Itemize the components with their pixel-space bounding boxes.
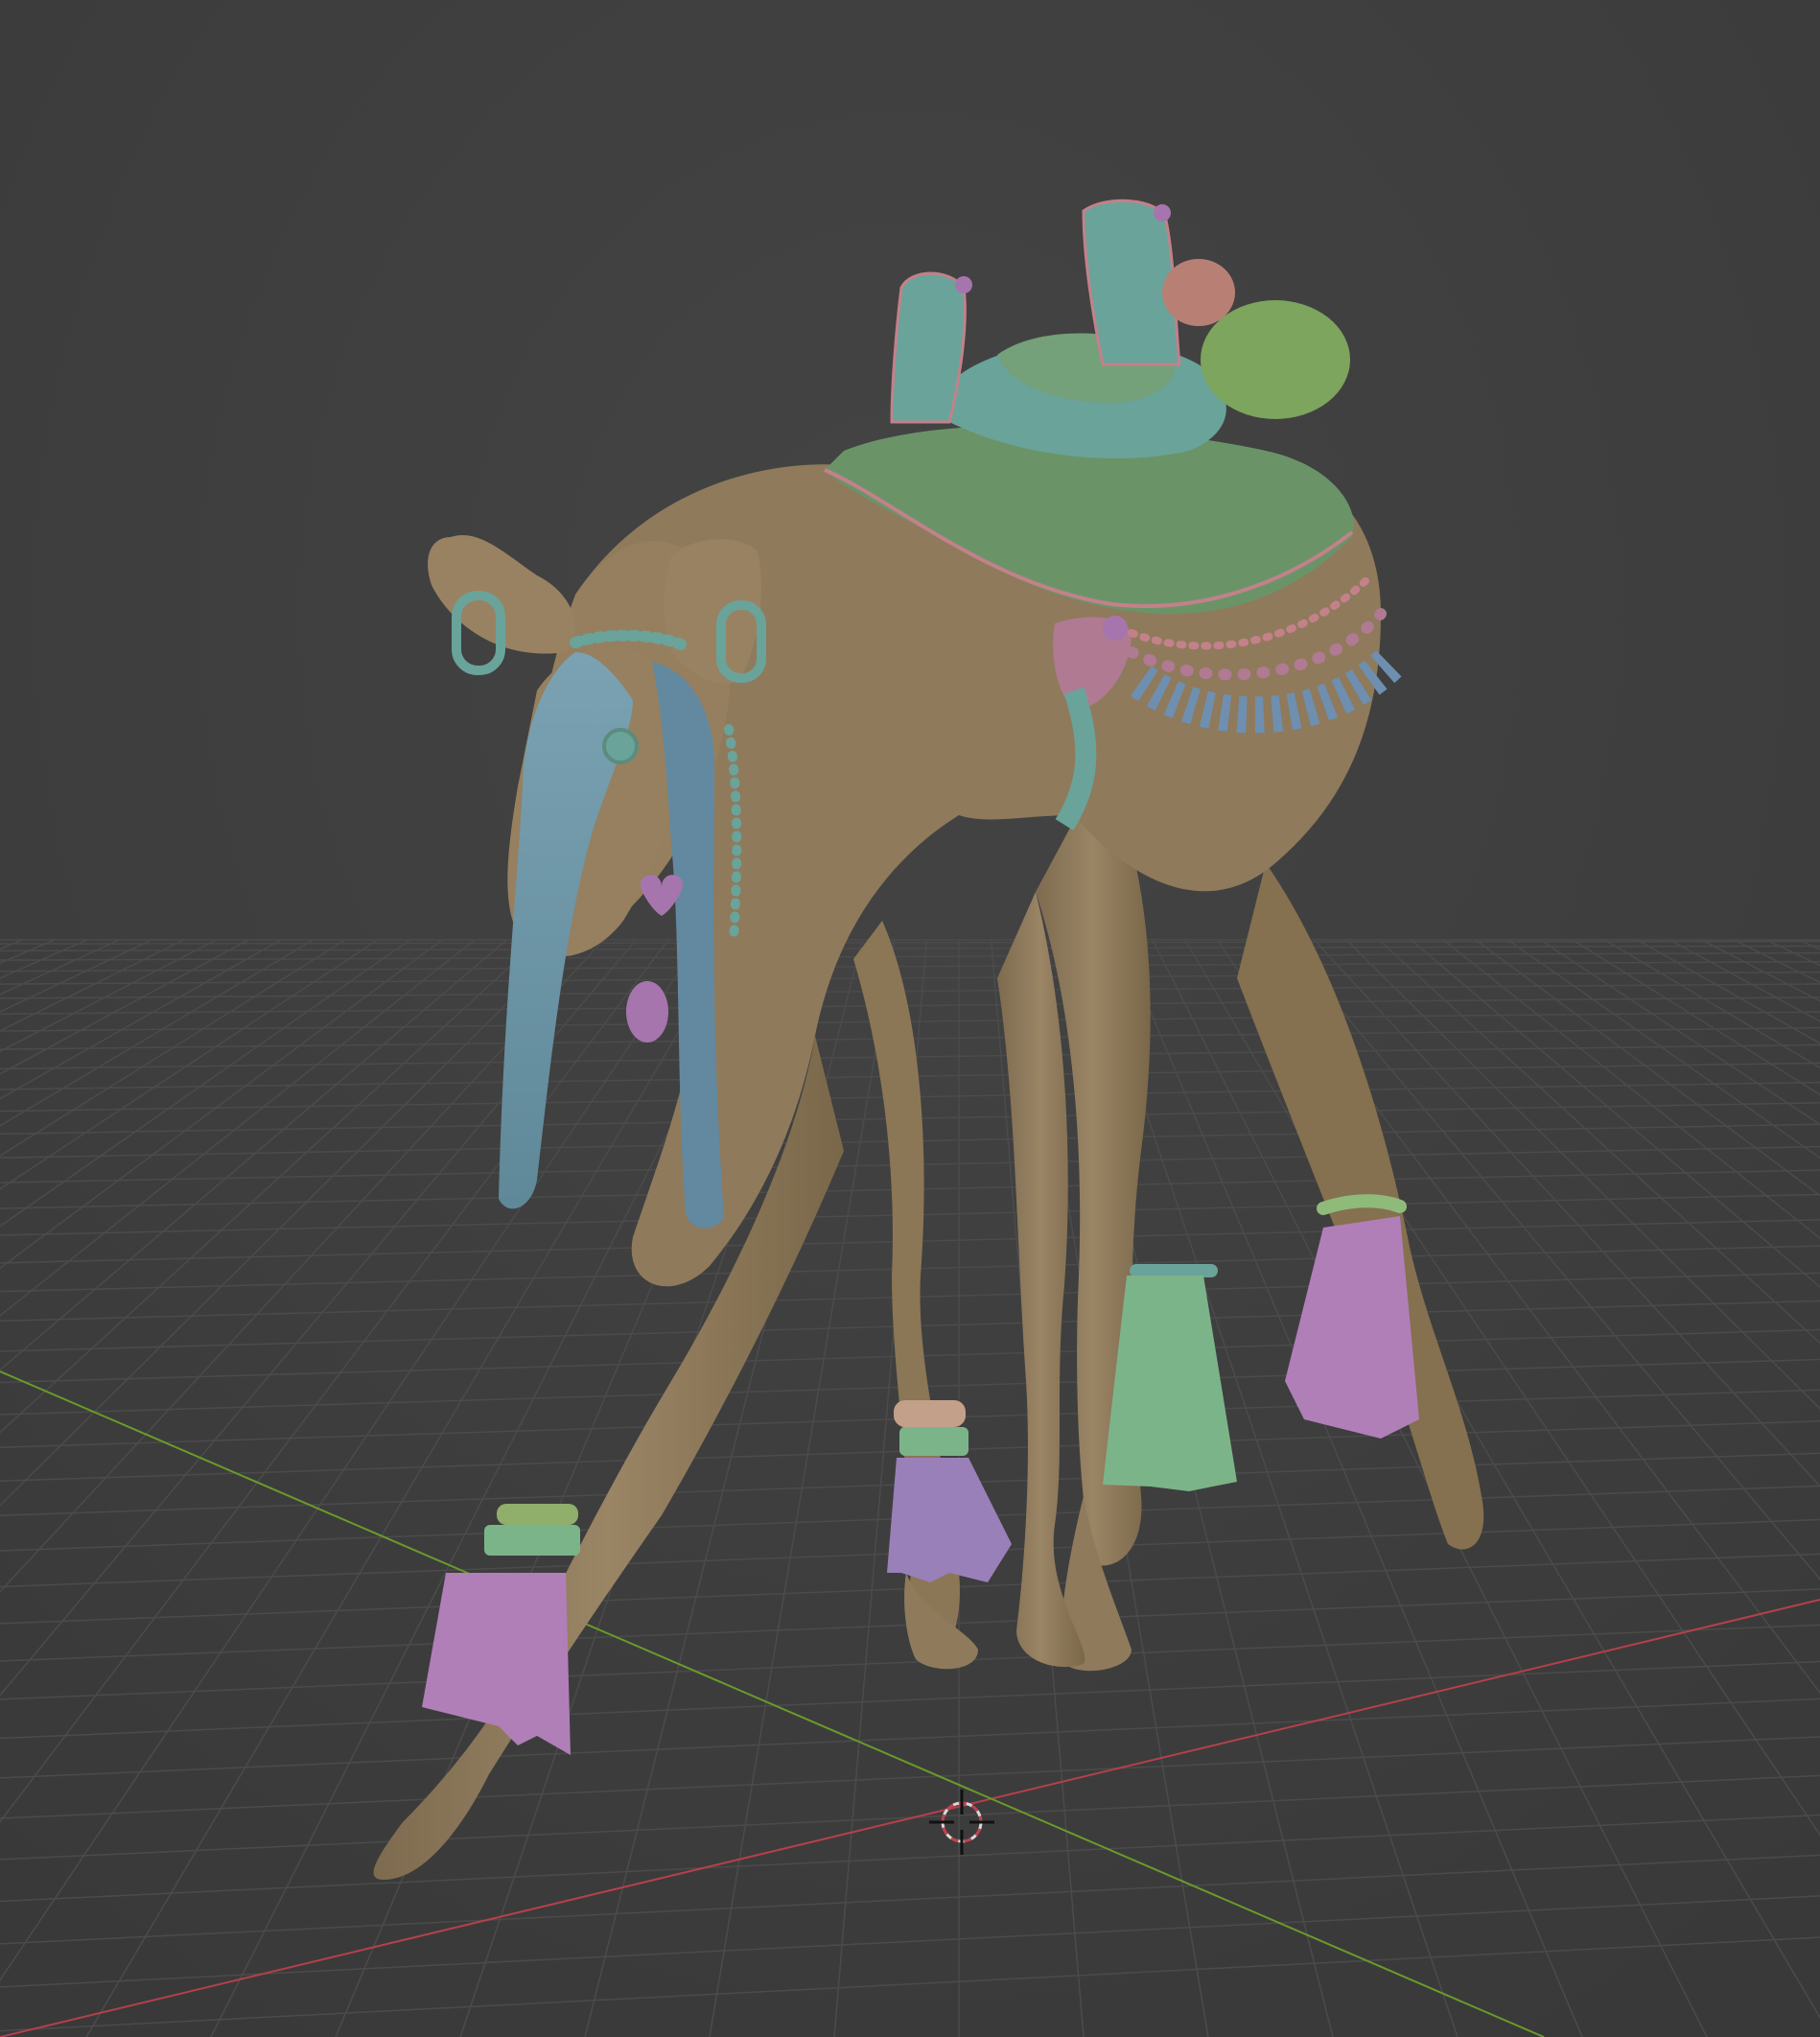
cushion-pink: [1162, 259, 1235, 326]
pendant-ornament: [626, 981, 668, 1042]
saddle-horn-front: [890, 271, 967, 424]
saddle-button: [1103, 616, 1128, 641]
head-medallion: [602, 728, 639, 764]
saddle-knob-front: [955, 276, 972, 293]
saddle-knob-back: [1154, 204, 1171, 222]
3d-viewport[interactable]: [0, 0, 1820, 2037]
cushion-green: [1201, 300, 1350, 419]
